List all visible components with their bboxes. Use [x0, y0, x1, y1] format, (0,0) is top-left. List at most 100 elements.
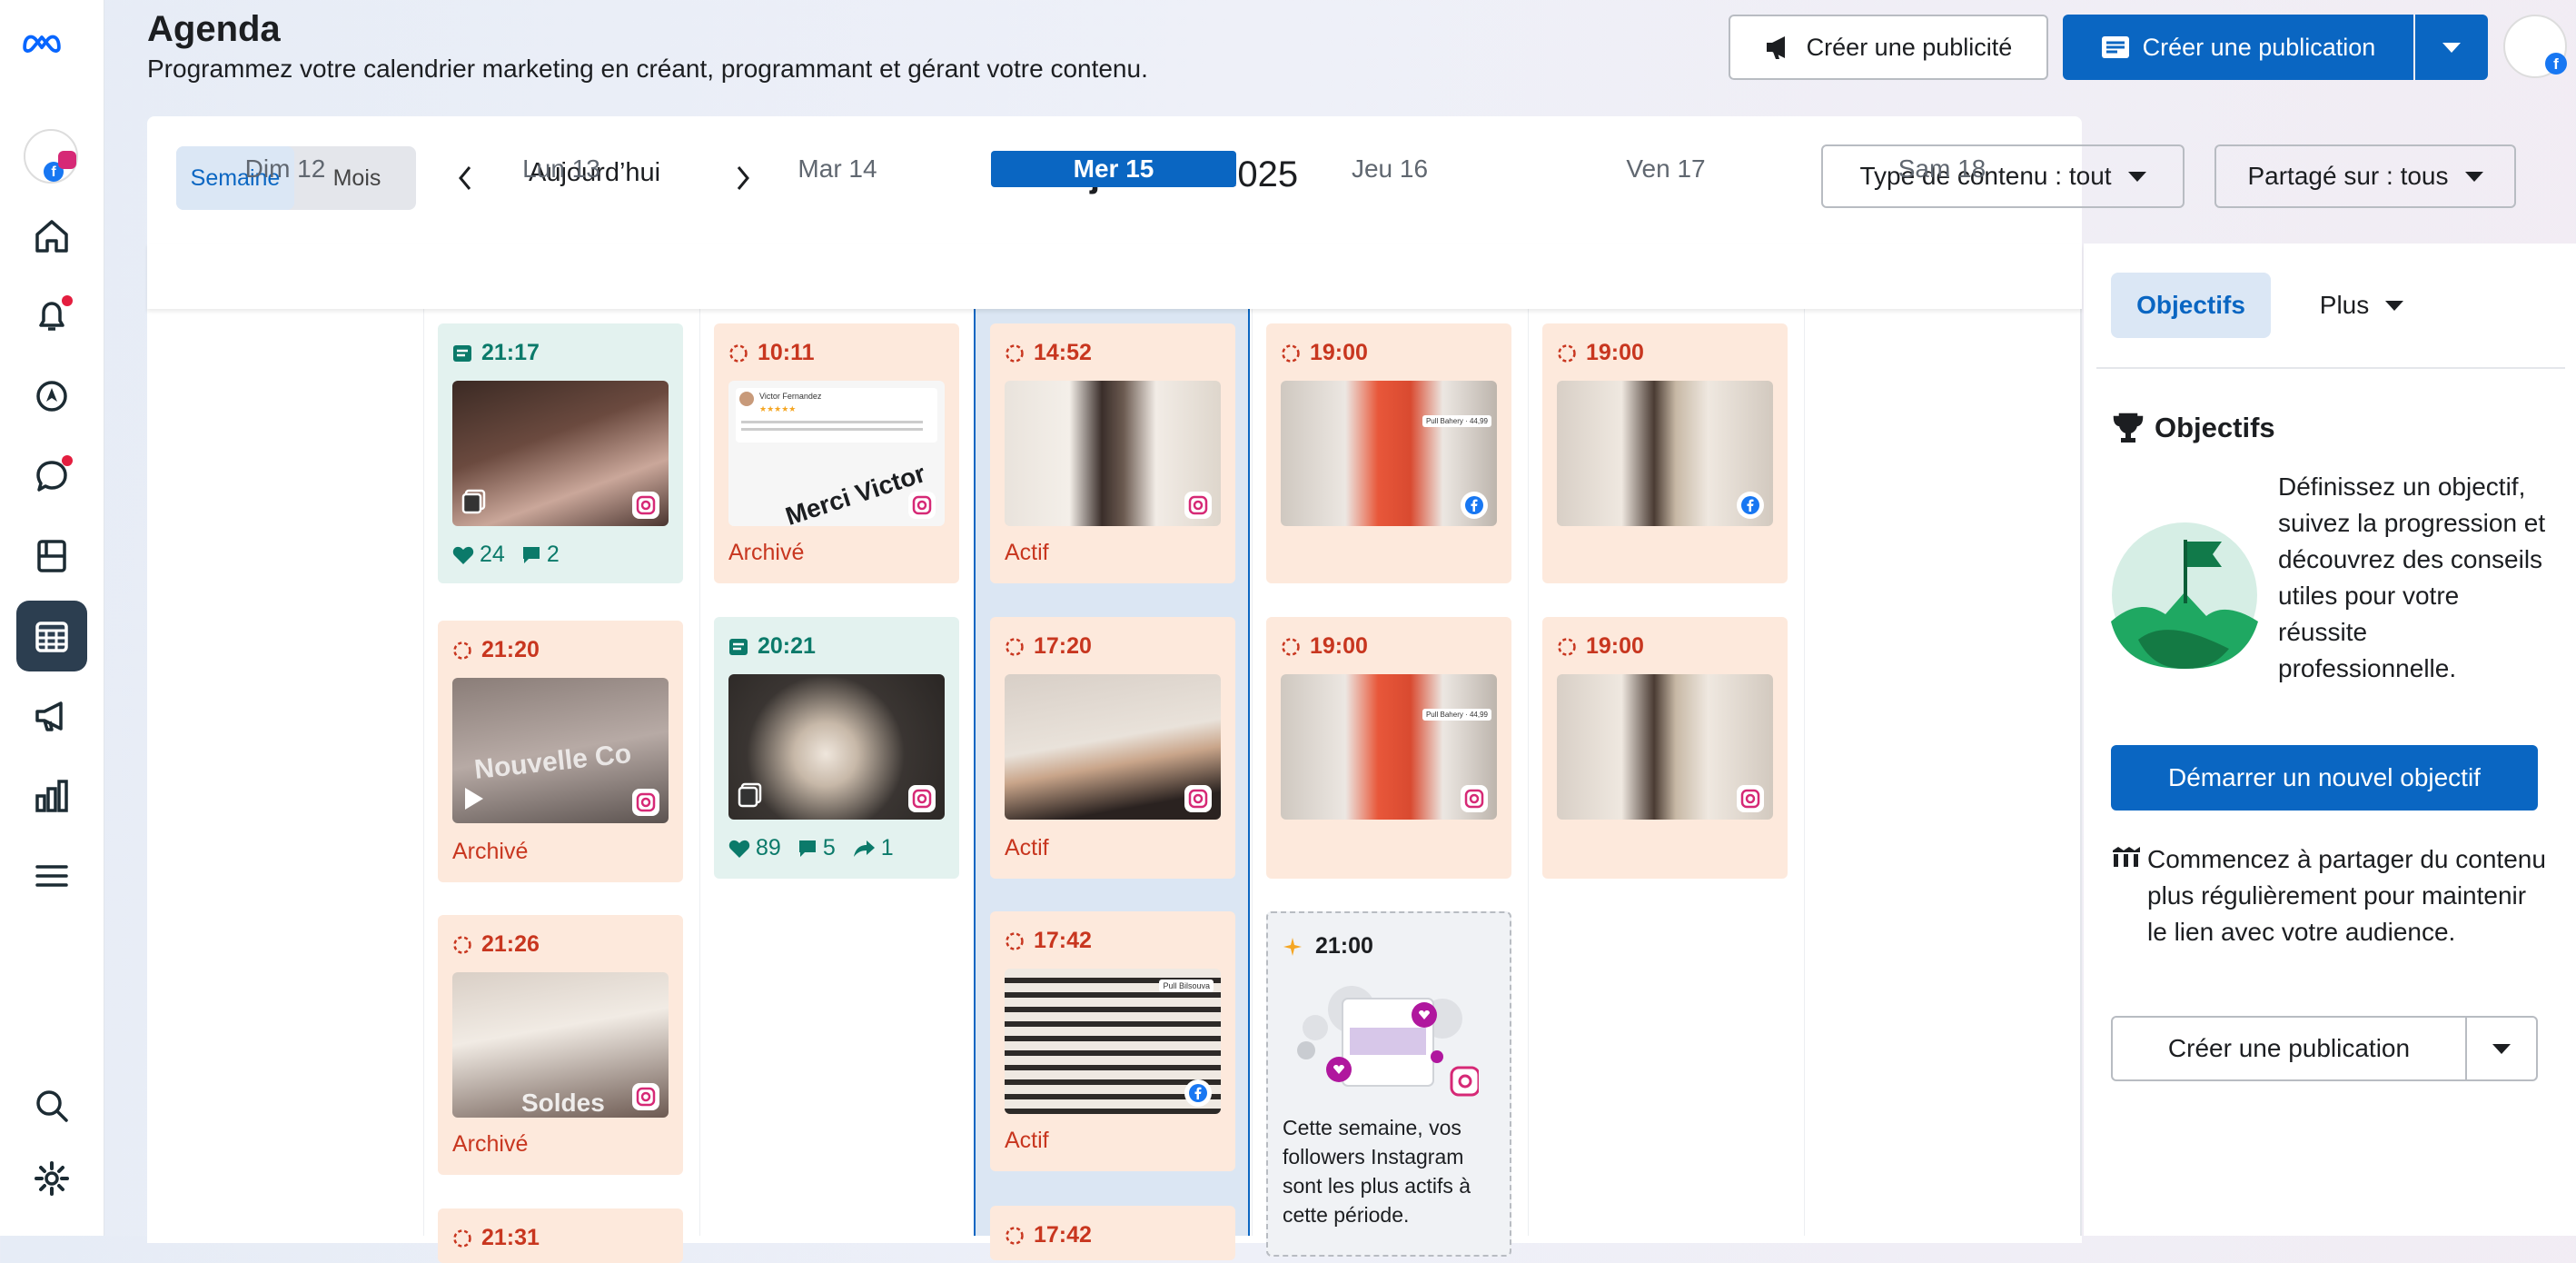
post-thumbnail	[1005, 674, 1221, 820]
day-header-sat: Sam 18	[1897, 154, 1986, 183]
search-nav-item[interactable]	[16, 1070, 87, 1141]
create-ad-button[interactable]: Créer une publicité	[1729, 15, 2048, 80]
content-nav-item[interactable]	[16, 521, 87, 592]
post-overlay-text: Merci Victor	[781, 459, 929, 526]
scheduled-clock-icon	[1006, 931, 1024, 950]
instagram-icon	[908, 785, 936, 812]
post-card[interactable]: 14:52 Actif	[990, 323, 1235, 583]
goals-heading-text: Objectifs	[2155, 412, 2275, 443]
notifications-nav-item[interactable]	[16, 281, 87, 352]
scheduled-clock-icon	[1558, 343, 1576, 363]
instagram-icon	[1184, 492, 1212, 519]
goals-illustration	[2111, 522, 2258, 669]
published-post-icon	[729, 638, 748, 655]
calendar-grid-icon	[35, 622, 68, 652]
tip-illustration	[1297, 982, 1481, 1100]
post-time: 21:26	[452, 931, 540, 958]
post-status: Actif	[1005, 540, 1049, 565]
scheduled-clock-icon	[1006, 343, 1024, 363]
megaphone-icon	[1766, 36, 1785, 59]
insights-nav-item[interactable]	[16, 761, 87, 831]
shared-on-filter[interactable]: Partagé sur : tous	[2214, 144, 2516, 208]
post-card[interactable]: 19:00	[1542, 323, 1788, 583]
post-card[interactable]: 17:42	[990, 1206, 1235, 1260]
post-time: 19:00	[1281, 340, 1368, 366]
create-post-button[interactable]: Créer une publication	[2063, 15, 2413, 80]
post-time: 20:21	[728, 633, 816, 660]
instagram-icon	[1184, 785, 1212, 812]
hamburger-menu-icon	[35, 865, 68, 887]
comments-stat: 2	[521, 542, 560, 568]
notification-dot	[62, 295, 73, 306]
explore-nav-item[interactable]	[16, 361, 87, 432]
post-card[interactable]: 10:11 Victor Fernandez ★★★★★ Merci Victo…	[714, 323, 959, 583]
likes-stat: 24	[452, 542, 505, 568]
post-card[interactable]: 21:20 Nouvelle Co Archivé	[438, 621, 683, 882]
sidebar-create-post-label: Créer une publication	[2167, 1034, 2411, 1062]
post-card[interactable]: 19:00 Pull Bahery · 44,99	[1266, 323, 1511, 583]
chevron-down-icon	[2492, 1043, 2511, 1054]
menu-nav-item[interactable]	[16, 840, 87, 911]
facebook-badge-icon: f	[2545, 53, 2567, 75]
post-card[interactable]: 21:31	[438, 1208, 683, 1263]
best-time-tip-card[interactable]: 21:00 Cette semaine, vos followers Insta…	[1266, 911, 1511, 1257]
sidebar-create-post-button[interactable]: Créer une publication	[2111, 1016, 2467, 1081]
home-nav-item[interactable]	[16, 201, 87, 272]
tip-time: 21:00	[1283, 933, 1373, 960]
left-nav-rail: f	[0, 0, 104, 1236]
account-avatar[interactable]: f	[24, 129, 78, 184]
post-status: Archivé	[452, 1131, 529, 1157]
post-card[interactable]: 19:00	[1542, 617, 1788, 879]
page-title: Agenda	[147, 9, 281, 49]
meta-logo[interactable]	[22, 22, 62, 66]
inbox-nav-item[interactable]	[16, 441, 87, 512]
settings-nav-item[interactable]	[16, 1143, 87, 1214]
column-divider	[1528, 309, 1529, 1236]
tab-objectives[interactable]: Objectifs	[2111, 273, 2271, 338]
facebook-icon	[1737, 492, 1764, 519]
create-post-options-button[interactable]	[2415, 15, 2488, 80]
search-icon	[36, 1090, 68, 1122]
video-play-icon	[461, 786, 485, 816]
published-post-icon	[453, 344, 471, 362]
bar-chart-icon	[35, 780, 68, 812]
post-time: 17:42	[1005, 928, 1092, 954]
shares-stat: 1	[852, 835, 894, 861]
reel-overlay-text: Nouvelle Co	[472, 739, 633, 785]
comments-stat: 5	[798, 835, 836, 861]
post-card[interactable]: 21:17 24 2	[438, 323, 683, 583]
post-time: 21:20	[452, 637, 540, 663]
create-post-label: Créer une publication	[2142, 33, 2376, 61]
planner-nav-item[interactable]	[16, 601, 87, 671]
column-divider	[423, 309, 424, 1236]
chevron-down-icon	[2385, 300, 2404, 311]
post-thumbnail	[452, 381, 669, 526]
post-thumbnail	[1005, 381, 1221, 526]
day-header-row	[147, 244, 2082, 309]
post-time-value: 19:00	[1310, 340, 1368, 365]
sidebar-create-post-options-button[interactable]	[2465, 1016, 2538, 1081]
post-thumbnail: Soldes	[452, 972, 669, 1118]
ads-nav-item[interactable]	[16, 681, 87, 751]
start-new-goal-button[interactable]: Démarrer un nouvel objectif	[2111, 745, 2538, 811]
post-thumbnail: Pull Bahery · 44,99	[1281, 381, 1497, 526]
post-card[interactable]: 19:00 Pull Bahery · 44,99	[1266, 617, 1511, 879]
likes-stat: 89	[728, 835, 781, 861]
post-card[interactable]: 17:42 Pull Bilsouva Actif	[990, 911, 1235, 1171]
post-stats: 24 2	[452, 542, 560, 568]
tip-time-value: 21:00	[1315, 933, 1373, 959]
post-card[interactable]: 17:20 Actif	[990, 617, 1235, 879]
tip-text: Cette semaine, vos followers Instagram s…	[1283, 1116, 1471, 1227]
post-status: Actif	[1005, 835, 1049, 860]
day-header-tue: Mar 14	[798, 154, 877, 183]
post-time-value: 21:26	[481, 931, 540, 957]
tab-more[interactable]: Plus	[2298, 273, 2425, 338]
scheduled-clock-icon	[453, 641, 471, 660]
chevron-down-icon	[2464, 171, 2483, 182]
post-card[interactable]: 21:26 Soldes Archivé	[438, 915, 683, 1175]
profile-avatar[interactable]: f	[2503, 15, 2567, 78]
content-pages-icon	[37, 540, 66, 572]
scheduled-clock-icon	[453, 1228, 471, 1248]
review-stars: ★★★★★	[759, 404, 797, 413]
post-card[interactable]: 20:21 89 5 1	[714, 617, 959, 879]
